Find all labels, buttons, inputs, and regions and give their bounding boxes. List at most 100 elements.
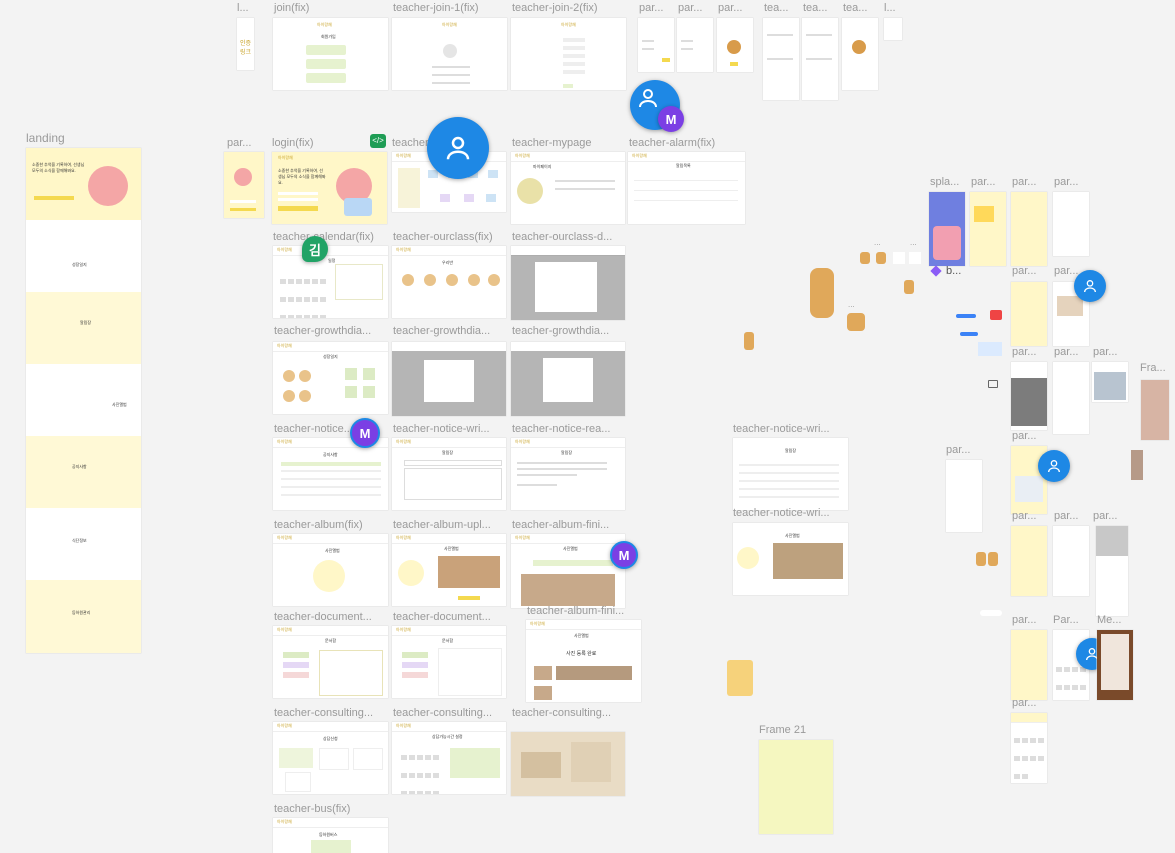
frame-label[interactable]: teacher-join-1(fix) [393,2,479,14]
frame-label[interactable]: par... [1012,614,1036,626]
frame-label[interactable]: teacher-consulting... [393,707,492,719]
frame-teacher-notice-read[interactable]: 아이랑채 알림장 [511,438,625,510]
frame-label[interactable]: par... [971,176,995,188]
code-icon[interactable]: </> [370,134,386,148]
mascot-sticker[interactable] [810,268,834,318]
placeholder-box[interactable] [980,610,1002,616]
frame-teacher-document-2[interactable]: 아이랑채 문서함 [392,626,506,698]
frame-teacher-growthdiary[interactable]: 아이랑채 성장일지 [273,342,388,414]
ui-element[interactable] [956,314,976,318]
frame-label[interactable]: Me... [1097,614,1121,626]
frame-label[interactable]: teacher-document... [274,611,372,623]
frame-teacher-growthdiary-2[interactable] [392,342,506,416]
frame-teacher-album-2[interactable]: 사진앨범 [733,523,848,595]
frame-label[interactable]: ... [910,238,917,247]
collaborator-avatar-m[interactable]: M [350,418,380,448]
frame-label[interactable]: teacher-join-2(fix) [512,2,598,14]
frame-teacher-album-finish-2[interactable]: 아이랑채 사진앨범 사진 등록 완료 [526,620,641,702]
frame-par[interactable] [638,18,674,72]
frame-par[interactable] [946,460,982,532]
frame-label[interactable]: teacher-album-fini... [512,519,609,531]
frame-label[interactable]: teacher-album-fini... [527,605,624,617]
frame-me[interactable] [1097,630,1133,700]
frame-label[interactable]: par... [946,444,970,456]
frame-teacher-consulting-3[interactable] [511,732,625,796]
frame-label[interactable]: teacher-notice... [274,423,353,435]
ui-element[interactable] [978,342,1002,356]
frame-join[interactable]: 아이랑채 회원가입 [273,18,388,90]
frame-par[interactable] [1011,192,1047,266]
frame-label[interactable]: ... [874,238,881,247]
frame-label[interactable]: landing [26,131,65,145]
frame-label[interactable]: teacher-notice-wri... [733,507,830,519]
frame-teacher-consulting[interactable]: 아이랑채 상담신청 [273,722,388,794]
collaborator-avatar[interactable] [427,117,489,179]
mascot-sticker[interactable] [847,313,865,331]
frame-label[interactable]: par... [718,2,742,14]
frame-teacher-album[interactable]: 아이랑채 사진앨범 [273,534,388,606]
youtube-icon[interactable] [990,310,1002,320]
frame-tea[interactable] [842,18,878,90]
mascot-sticker[interactable] [976,552,986,566]
frame-label[interactable]: par... [639,2,663,14]
frame-login[interactable]: 아이랑채 소중한 추억을 기록하여, 선생님 모두의 소식을 함께해봐요. [272,152,387,224]
frame-label[interactable]: teacher-album(fix) [274,519,363,531]
placeholder-box[interactable] [893,252,905,264]
frame-label[interactable]: par... [1012,176,1036,188]
frame-par[interactable] [717,18,753,72]
mascot-sticker[interactable] [744,332,754,350]
frame-label[interactable]: par... [1054,265,1078,277]
camera-icon[interactable] [988,380,998,388]
frame-par[interactable] [1092,362,1128,402]
frame-par[interactable] [1011,362,1047,430]
frame-teacher-ourclass[interactable]: 아이랑채 우리반 [392,246,506,318]
frame-label[interactable]: Fra... [1140,362,1166,374]
frame-label[interactable]: teacher-ourclass(fix) [393,231,493,243]
frame-par[interactable] [1053,526,1089,596]
frame-label[interactable]: teacher-alarm(fix) [629,137,715,149]
frame-label[interactable]: teacher-notice-wri... [733,423,830,435]
frame-label[interactable]: par... [1012,697,1036,709]
frame-par[interactable] [677,18,713,72]
frame-label[interactable]: par... [1093,510,1117,522]
frame-par[interactable] [1053,192,1089,256]
mascot-sticker[interactable] [904,280,914,294]
frame-label[interactable]: tea... [843,2,867,14]
mascot-sticker[interactable] [988,552,998,566]
frame-teacher-ourclass-detail[interactable] [511,246,625,320]
frame-par-login[interactable] [224,152,264,218]
placeholder-box[interactable] [909,252,921,264]
frame-label[interactable]: teacher-mypage [512,137,592,149]
collaborator-avatar-m[interactable]: M [610,541,638,569]
frame-teacher-album-finish[interactable]: 아이랑채 사진앨범 [511,534,625,608]
frame-par[interactable] [1011,526,1047,596]
frame-label[interactable]: teacher-notice-rea... [512,423,610,435]
frame-label[interactable]: Frame 21 [759,724,806,736]
collaborator-avatar[interactable] [1038,450,1070,482]
frame-par[interactable] [1011,630,1047,700]
frame-thumbnail[interactable] [884,18,902,40]
frame-tea[interactable] [802,18,838,100]
frame-label[interactable]: teacher-growthdia... [512,325,609,337]
frame-splash[interactable] [929,192,965,266]
frame-teacher-consulting-2[interactable]: 아이랑채 상담가능시간 설정 [392,722,506,794]
mascot-sticker[interactable] [727,660,753,696]
frame-label[interactable]: tea... [803,2,827,14]
frame-label[interactable]: teacher-notice-wri... [393,423,490,435]
frame-label[interactable]: ... [848,300,855,309]
frame-label[interactable]: par... [678,2,702,14]
mascot-sticker[interactable] [876,252,886,264]
frame-label[interactable]: par... [227,137,251,149]
frame-label[interactable]: par... [1012,265,1036,277]
frame-teacher-calendar[interactable]: 아이랑채 일정 [273,246,388,318]
frame-label[interactable]: join(fix) [274,2,309,14]
frame-21[interactable] [759,740,833,834]
frame-label[interactable]: l... [237,2,249,14]
frame-label[interactable]: par... [1012,510,1036,522]
frame-label[interactable]: par... [1054,176,1078,188]
frame-label[interactable]: par... [1012,346,1036,358]
frame-fra[interactable] [1141,380,1169,440]
component-icon[interactable] [930,265,942,277]
collaborator-avatar-m[interactable]: M [658,106,684,132]
frame-tea[interactable] [763,18,799,100]
